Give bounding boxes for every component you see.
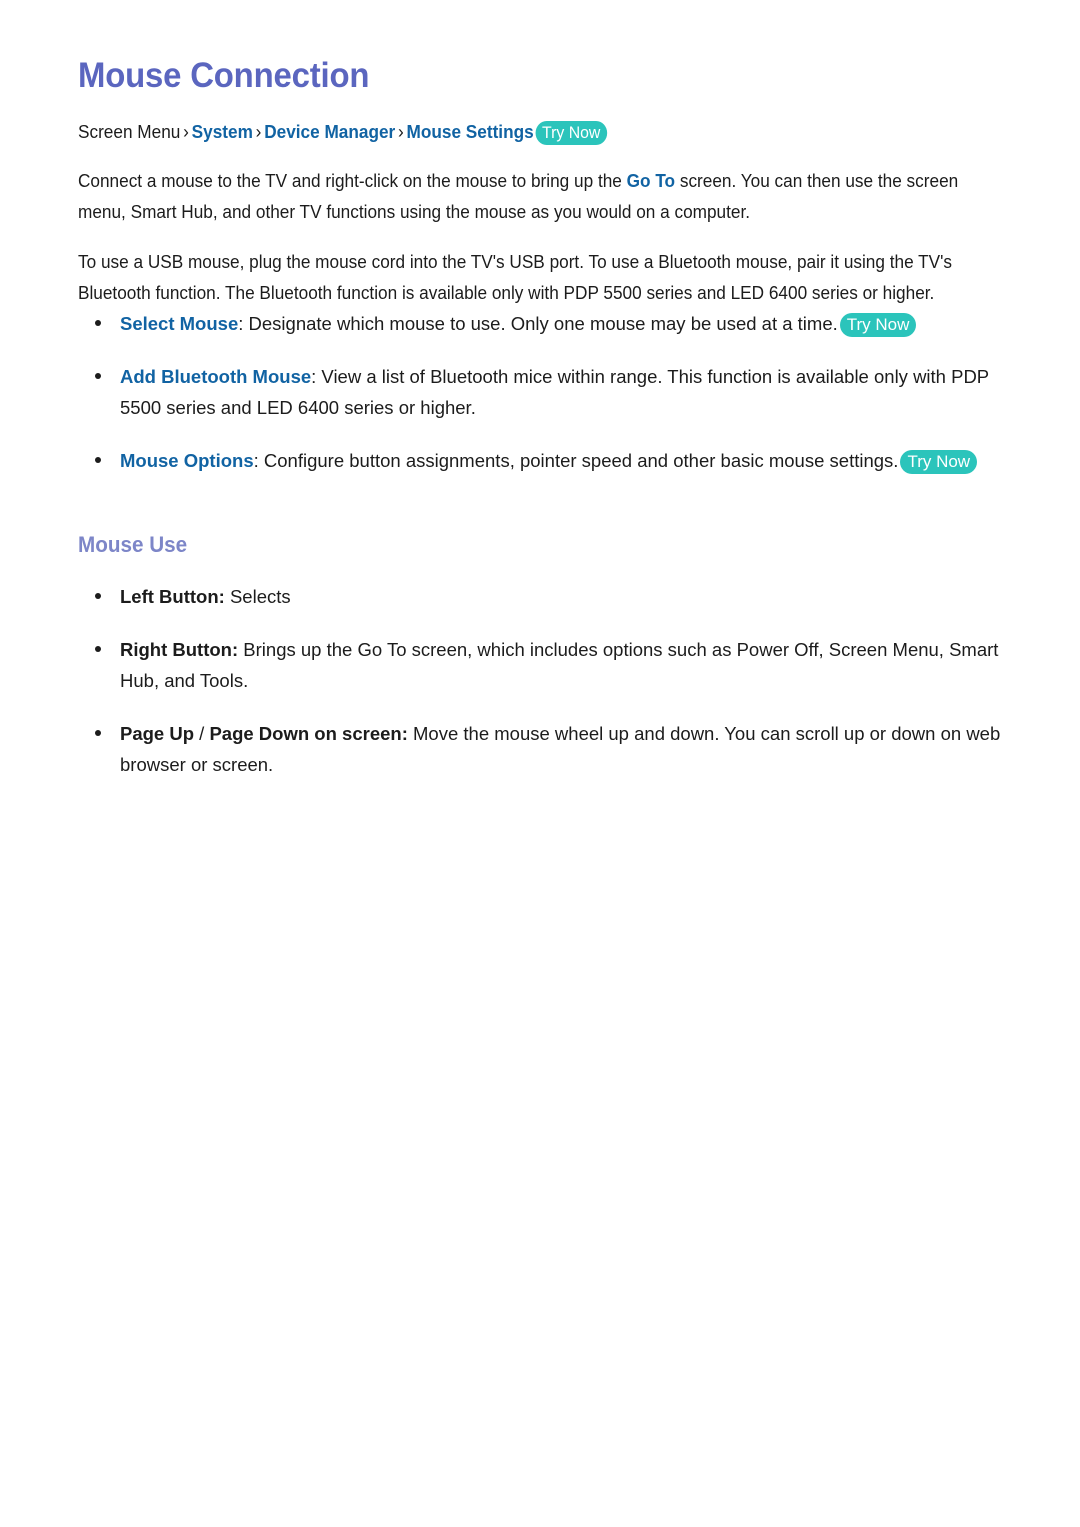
mouse-use-item-label: Left Button [120,585,219,607]
mouse-use-list: Left Button: Selects Right Button: Bring… [78,581,1008,780]
mouse-use-item-label: Right Button [120,638,232,660]
settings-list: Select Mouse: Designate which mouse to u… [78,308,1008,476]
bullet-dot-icon [95,373,101,380]
list-item: Page Up / Page Down on screen: Move the … [78,718,1008,780]
mouse-use-item-page-up-down: Page Up / Page Down on screen: Move the … [120,723,1000,775]
list-item: Mouse Options: Configure button assignme… [78,445,1008,476]
bullet-dot-icon [95,320,101,327]
paragraph-intro: Connect a mouse to the TV and right-clic… [78,165,1003,227]
list-item: Select Mouse: Designate which mouse to u… [78,308,1008,339]
bullet-dot-icon [95,645,101,652]
breadcrumb-item-mouse-settings[interactable]: Mouse Settings [407,121,534,142]
settings-item-description: Configure button assignments, pointer sp… [258,450,899,472]
settings-item-select-mouse: Select Mouse: Designate which mouse to u… [120,313,917,338]
list-item: Left Button: Selects [78,581,1008,612]
breadcrumb-separator-3: › [398,121,404,143]
section-title-mouse-use: Mouse Use [78,532,188,558]
list-item: Add Bluetooth Mouse: View a list of Blue… [78,361,1008,423]
mouse-use-item-description: Selects [224,585,291,607]
settings-item-label[interactable]: Add Bluetooth Mouse [120,366,311,387]
mouse-use-item-right-button: Right Button: Brings up the Go To screen… [120,639,998,691]
mouse-use-item-label-part-2: Page Down on screen [209,722,402,744]
settings-item-add-bluetooth-mouse: Add Bluetooth Mouse: View a list of Blue… [120,366,989,418]
try-now-badge-breadcrumb[interactable]: Try Now [535,121,607,146]
breadcrumb-separator-2: › [255,121,262,143]
bullet-dot-icon [95,457,101,464]
mouse-use-item-label-part-1: Page Up [120,722,195,744]
document-page: Mouse Connection Screen Menu › System › Devi… [0,0,1080,1527]
settings-item-description: Designate which mouse to use. Only one m… [243,313,838,335]
paragraph-intro-part-1: Connect a mouse to the TV and right-clic… [78,170,627,192]
keyword-go-to: Go To [626,170,676,192]
mouse-use-item-left-button: Left Button: Selects [120,586,291,607]
document-content: Mouse Connection Screen Menu › System › Devi… [78,56,1008,780]
bullet-dot-icon [95,592,101,599]
breadcrumb-separator-1: › [183,121,189,143]
try-now-badge-select-mouse[interactable]: Try Now [839,313,917,338]
breadcrumb-item-system[interactable]: System [192,121,253,142]
settings-item-mouse-options: Mouse Options: Configure button assignme… [120,450,978,475]
settings-item-label[interactable]: Mouse Options [120,450,254,471]
breadcrumb-root: Screen Menu [78,121,181,143]
bullet-dot-icon [95,729,101,736]
settings-item-label[interactable]: Select Mouse [120,313,238,334]
list-item: Right Button: Brings up the Go To screen… [78,634,1008,696]
try-now-badge-mouse-options[interactable]: Try Now [900,450,978,475]
paragraph-connection-methods: To use a USB mouse, plug the mouse cord … [78,251,952,304]
page-title: Mouse Connection [78,56,370,95]
breadcrumb-item-device-manager[interactable]: Device Manager [264,121,395,142]
mouse-use-item-label-slash: / [194,722,210,744]
mouse-use-item-description: Brings up the Go To screen, which includ… [120,638,999,691]
breadcrumb: Screen Menu › System › Device Manager › Mouse … [78,116,1003,147]
